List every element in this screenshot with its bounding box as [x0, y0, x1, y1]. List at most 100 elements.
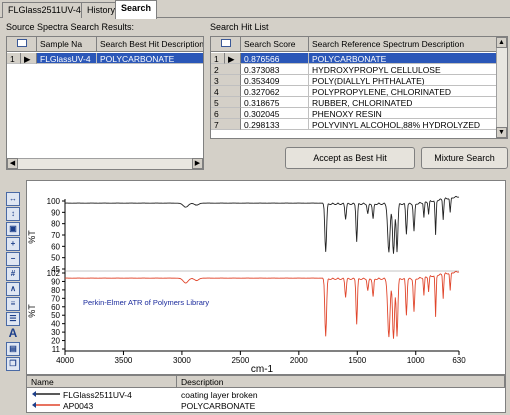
scroll-up-icon[interactable]: ▲ [496, 37, 507, 48]
scroll-down-icon[interactable]: ▼ [496, 127, 507, 138]
zoom-out-icon[interactable]: − [6, 252, 20, 266]
sample-spectrum-trace [64, 195, 460, 254]
y-tick-label: 70 [51, 231, 60, 240]
tab-search[interactable]: Search [115, 0, 158, 19]
row-number: 7 [211, 119, 241, 130]
legend-description: POLYCARBONATE [181, 401, 256, 411]
legend-name: FLGlass2511UV-4 [63, 390, 132, 400]
column-header-reference[interactable]: Search Reference Spectrum Description [309, 37, 498, 52]
spectra-legend: Name Description FLGlass2511UV-4 coating… [26, 375, 506, 413]
copy-icon [220, 39, 231, 47]
source-panel-title: Source Spectra Search Results: [6, 22, 135, 32]
row-number: 1 [7, 53, 21, 64]
row-pointer: ▶ [225, 53, 241, 64]
reference-cell: POLYCARBONATE [309, 53, 498, 64]
grid-icon[interactable]: # [6, 267, 20, 281]
row-number: 2 [211, 64, 241, 75]
table-row[interactable]: 1 ▶ FLGlassUV-4 POLYCARBONATE [7, 53, 203, 64]
plot-toolbar: ↔ ↕ ▣ + − # ∧ ≡ ☰ A ▤ ❐ [6, 192, 22, 371]
reference-cell: HYDROXYPROPYL CELLULOSE [309, 64, 498, 75]
legend-header-name: Name [27, 376, 177, 388]
table-row[interactable]: 1 ▶ 0.876566 POLYCARBONATE [211, 53, 507, 64]
vertical-scrollbar[interactable]: ▲ ▼ [496, 37, 507, 138]
table-row[interactable]: 6 0.302045 PHENOXY RESIN [211, 108, 507, 119]
x-tick-label: 4000 [56, 356, 74, 365]
score-cell: 0.876566 [241, 53, 309, 64]
legend-description: coating layer broken [181, 390, 258, 400]
x-tick-label: 1500 [348, 356, 366, 365]
text-icon[interactable]: A [6, 327, 20, 341]
overlay-icon[interactable]: ≡ [6, 297, 20, 311]
tab-bar: FLGlass2511UV-4 History Search [0, 0, 510, 19]
y-tick-label: 80 [51, 220, 60, 229]
copy-icon[interactable]: ❐ [6, 357, 20, 371]
y-tick-label: 100 [47, 197, 61, 206]
scroll-left-icon[interactable]: ◀ [7, 158, 18, 169]
x-tick-label: 2000 [290, 356, 308, 365]
column-header-sample[interactable]: Sample Na [37, 37, 97, 52]
stack-icon[interactable]: ☰ [6, 312, 20, 326]
spectrum-plot-svg: %T %T 100908070605045 102908070605040302… [27, 195, 466, 375]
peak-icon[interactable]: ∧ [6, 282, 20, 296]
legend-row[interactable]: AP0043 POLYCARBONATE [27, 400, 505, 412]
reference-cell: POLYVINYL ALCOHOL,88% HYDROLYZED [309, 119, 498, 130]
row-number: 3 [211, 75, 241, 86]
sample-name-cell: FLGlassUV-4 [37, 53, 97, 64]
row-number: 1 [211, 53, 225, 64]
grid-corner-button[interactable] [211, 37, 241, 52]
copy-icon [16, 39, 27, 47]
score-cell: 0.302045 [241, 108, 309, 119]
top-y-ticks: 100908070605045 [47, 197, 65, 274]
x-tick-label: 3500 [115, 356, 133, 365]
hit-list-grid: Search Score Search Reference Spectrum D… [210, 36, 508, 139]
score-cell: 0.327062 [241, 86, 309, 97]
score-cell: 0.353409 [241, 75, 309, 86]
zoom-y-icon[interactable]: ↕ [6, 207, 20, 221]
reference-cell: POLY(DIALLYL PHTHALATE) [309, 75, 498, 86]
x-tick-label: 1000 [407, 356, 425, 365]
row-number: 6 [211, 108, 241, 119]
reference-cell: RUBBER, CHLORINATED [309, 97, 498, 108]
grid-corner-button[interactable] [7, 37, 37, 52]
x-tick-label: 3000 [173, 356, 191, 365]
bottom-y-axis-title: %T [27, 304, 37, 318]
x-axis-title: cm-1 [251, 364, 274, 374]
column-header-score[interactable]: Search Score [241, 37, 309, 52]
reference-cell: POLYPROPYLENE, CHLORINATED [309, 86, 498, 97]
row-number: 5 [211, 97, 241, 108]
accept-best-hit-button[interactable]: Accept as Best Hit [285, 147, 415, 169]
table-row[interactable]: 7 0.298133 POLYVINYL ALCOHOL,88% HYDROLY… [211, 119, 507, 130]
trace-arrow-icon [31, 401, 61, 412]
table-row[interactable]: 3 0.353409 POLY(DIALLYL PHTHALATE) [211, 75, 507, 86]
horizontal-scrollbar[interactable]: ◀ ▶ [7, 158, 203, 169]
bottom-y-ticks: 102908070605040302011 [47, 269, 65, 354]
zoom-in-icon[interactable]: + [6, 237, 20, 251]
source-results-grid: Sample Na Search Best Hit Description 1 … [6, 36, 204, 170]
table-row[interactable]: 2 0.373083 HYDROXYPROPYL CELLULOSE [211, 64, 507, 75]
legend-name: AP0043 [63, 401, 94, 411]
mixture-search-button[interactable]: Mixture Search [421, 147, 508, 169]
library-annotation: Perkin-Elmer ATR of Polymers Library [83, 298, 209, 307]
row-pointer: ▶ [21, 53, 37, 64]
zoom-box-icon[interactable]: ▣ [6, 222, 20, 236]
hit-list-title: Search Hit List [210, 22, 269, 32]
tab-flglass[interactable]: FLGlass2511UV-4 [2, 2, 87, 18]
scroll-right-icon[interactable]: ▶ [192, 158, 203, 169]
column-header-best-hit[interactable]: Search Best Hit Description [97, 37, 203, 52]
score-cell: 0.373083 [241, 64, 309, 75]
y-tick-label: 50 [51, 254, 60, 263]
x-ticks: 4000 3500 3000 2500 2000 1500 1000 630 [56, 351, 466, 365]
y-tick-label: 11 [52, 345, 61, 354]
table-row[interactable]: 4 0.327062 POLYPROPYLENE, CHLORINATED [211, 86, 507, 97]
top-y-axis-title: %T [27, 230, 37, 244]
score-cell: 0.298133 [241, 119, 309, 130]
y-tick-label: 90 [51, 208, 60, 217]
zoom-x-icon[interactable]: ↔ [6, 192, 20, 206]
legend-header-description: Description [177, 376, 505, 388]
best-hit-cell: POLYCARBONATE [97, 53, 203, 64]
print-icon[interactable]: ▤ [6, 342, 20, 356]
x-tick-label: 630 [452, 356, 466, 365]
y-tick-label: 60 [51, 242, 60, 251]
table-row[interactable]: 5 0.318675 RUBBER, CHLORINATED [211, 97, 507, 108]
row-number: 4 [211, 86, 241, 97]
